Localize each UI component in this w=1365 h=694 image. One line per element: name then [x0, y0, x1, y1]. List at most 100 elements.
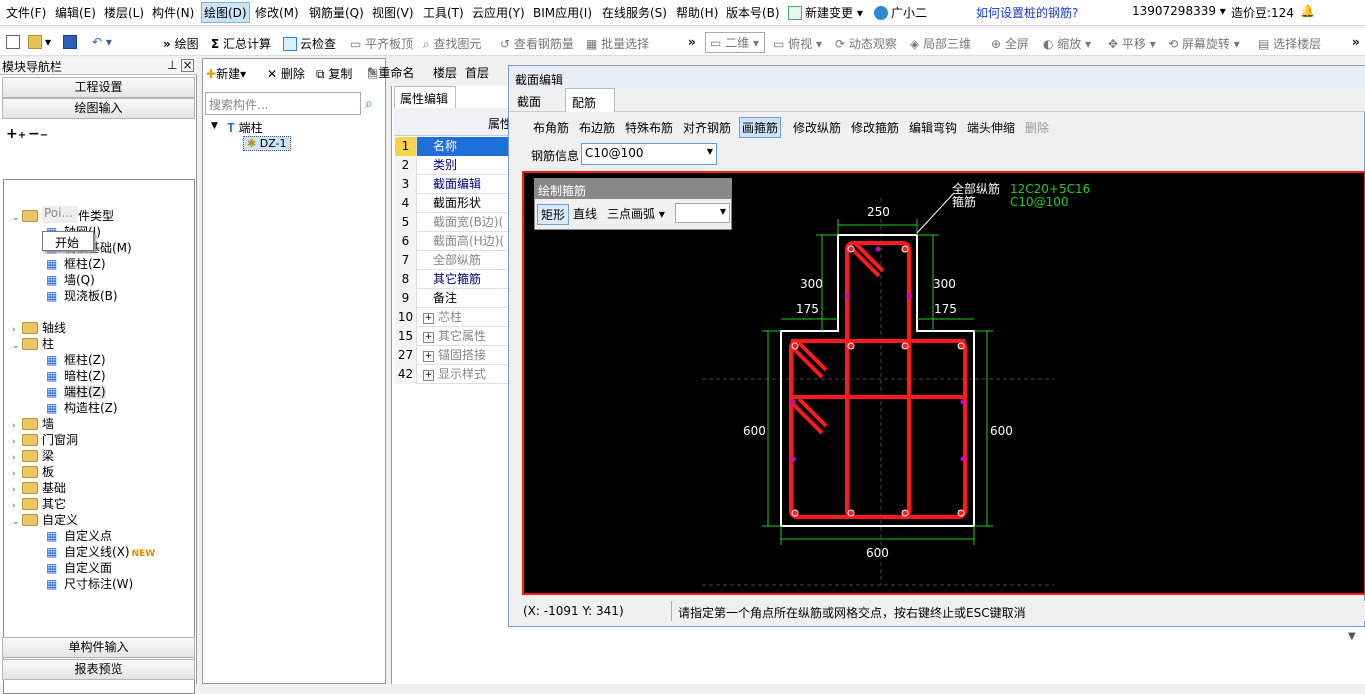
menu-view[interactable]: 视图(V): [372, 4, 414, 21]
property-row[interactable]: 10 + 芯柱: [395, 308, 513, 327]
property-row[interactable]: 27 + 锚固搭接: [395, 346, 513, 365]
tab-reinforcement[interactable]: 配筋: [565, 88, 615, 112]
batch-select-button[interactable]: ▦ 批量选择: [586, 35, 649, 52]
report-preview-button[interactable]: 报表预览: [2, 659, 195, 680]
tree-folder[interactable]: › 其它: [12, 496, 66, 512]
open-file-icon[interactable]: ▾: [28, 35, 51, 49]
tree-item[interactable]: ▦ 端柱(Z): [46, 384, 106, 400]
property-row[interactable]: 1 名称: [395, 137, 513, 156]
tree-item[interactable]: ▦ 墙(Q): [46, 272, 95, 288]
copy-component-button[interactable]: ⧉ 复制: [316, 65, 352, 82]
search-icon[interactable]: ⌕: [365, 96, 373, 112]
pin-icon[interactable]: ⊥: [167, 58, 177, 72]
undo-icon[interactable]: ↶ ▾: [92, 35, 112, 49]
rotate-screen-button[interactable]: ⟲ 屏幕旋转 ▾: [1168, 35, 1240, 52]
delete-component-button[interactable]: ✕ 删除: [267, 65, 305, 82]
menu-online[interactable]: 在线服务(S): [602, 4, 667, 21]
save-icon[interactable]: [63, 35, 80, 49]
menu-tools[interactable]: 工具(T): [423, 4, 464, 21]
tool-4[interactable]: 画箍筋: [739, 117, 782, 138]
tool-6[interactable]: 修改箍筋: [851, 119, 899, 136]
tool-3[interactable]: 对齐钢筋: [683, 119, 731, 136]
tree-item[interactable]: ▦ 现浇板(B): [46, 288, 118, 304]
expand-icon[interactable]: +: [423, 332, 434, 343]
tree-folder[interactable]: › 墙: [12, 416, 54, 432]
close-icon[interactable]: ×: [181, 59, 194, 72]
chevron-down-icon[interactable]: ⌄: [12, 514, 22, 530]
tool-5[interactable]: 修改纵筋: [793, 119, 841, 136]
property-row[interactable]: 6 截面高(H边)(: [395, 232, 513, 251]
property-row[interactable]: 5 截面宽(B边)(: [395, 213, 513, 232]
tree-folder[interactable]: ⌄ 自定义: [12, 512, 78, 528]
tool-8[interactable]: 端头伸缩: [967, 119, 1015, 136]
property-row[interactable]: 42 + 显示样式: [395, 365, 513, 384]
draw-option-select[interactable]: ▼: [675, 203, 730, 223]
rebar-info-input[interactable]: C10@100 ▼: [581, 143, 717, 165]
fullscreen-button[interactable]: ⊕ 全屏: [991, 35, 1029, 52]
tree-item[interactable]: ▦ 尺寸标注(W): [46, 576, 133, 592]
tree-folder[interactable]: › 基础: [12, 480, 66, 496]
menu-bim[interactable]: BIM应用(I): [533, 4, 592, 21]
tool-1[interactable]: 布边筋: [579, 119, 615, 136]
property-row[interactable]: 8 其它箍筋: [395, 270, 513, 289]
floor-value[interactable]: 首层: [465, 64, 489, 81]
single-component-input-button[interactable]: 单构件输入: [2, 637, 195, 658]
chevron-down-icon[interactable]: ⌄: [12, 210, 22, 226]
tree-item[interactable]: ▦ 框柱(Z): [46, 256, 106, 272]
top-view-button[interactable]: ▭ 俯视 ▾: [773, 35, 822, 52]
project-settings-button[interactable]: 工程设置: [2, 77, 195, 98]
align-slab-top-button[interactable]: ▭ 平齐板顶: [350, 35, 413, 52]
tree-folder[interactable]: › 轴线: [12, 320, 66, 336]
summary-calc-button[interactable]: Σ 汇总计算: [211, 35, 271, 52]
property-row[interactable]: 3 截面编辑: [395, 175, 513, 194]
menu-component[interactable]: 构件(N): [152, 4, 194, 21]
rename-label[interactable]: ▤重命名: [367, 64, 414, 81]
tree-folder[interactable]: › 门窗洞: [12, 432, 78, 448]
menu-rebar-quantity[interactable]: 钢筋量(Q): [309, 4, 364, 21]
section-canvas[interactable]: 250 300 300 175 175 600 600 600 全部纵筋 箍筋 …: [522, 171, 1365, 595]
menu-file[interactable]: 文件(F): [6, 4, 46, 21]
property-row[interactable]: 4 截面形状: [395, 194, 513, 213]
toolbar-overflow-icon[interactable]: »: [1352, 35, 1360, 49]
tree-item[interactable]: ▦ 暗柱(Z): [46, 368, 106, 384]
find-element-button[interactable]: ⌕ 查找图元: [423, 35, 482, 52]
expand-icon[interactable]: +: [423, 313, 434, 324]
tree-item[interactable]: ▦ 构造柱(Z): [46, 400, 118, 416]
menu-new-change[interactable]: 新建变更 ▾: [788, 4, 863, 21]
new-file-icon[interactable]: [6, 35, 23, 49]
tool-7[interactable]: 编辑弯钩: [909, 119, 957, 136]
drawing-input-button[interactable]: 绘图输入: [2, 98, 195, 119]
tree-item[interactable]: ▦ 自定义点: [46, 528, 112, 544]
select-floor-button[interactable]: ▤ 选择楼层: [1258, 35, 1321, 52]
expand-icon[interactable]: +: [423, 370, 434, 381]
draw-button[interactable]: » 绘图: [163, 35, 199, 52]
property-row[interactable]: 9 备注: [395, 289, 513, 308]
menu-cloud[interactable]: 云应用(Y): [472, 4, 525, 21]
draw-rectangle-button[interactable]: 矩形: [537, 204, 570, 225]
tool-2[interactable]: 特殊布筋: [625, 119, 673, 136]
notification-icon[interactable]: 🔔: [1300, 4, 1315, 18]
tree-item[interactable]: ▦ 自定义面: [46, 560, 112, 576]
tab-section[interactable]: 截面: [517, 93, 541, 110]
menu-floor[interactable]: 楼层(L): [104, 4, 144, 21]
account-menu[interactable]: 13907298339 ▾: [1132, 4, 1226, 18]
tool-0[interactable]: 布角筋: [533, 119, 569, 136]
search-input[interactable]: 搜索构件...: [205, 92, 361, 115]
menu-modify[interactable]: 修改(M): [255, 4, 299, 21]
toolbar-more-icon[interactable]: »: [688, 35, 696, 49]
tool-9[interactable]: 删除: [1025, 119, 1049, 136]
zoom-button[interactable]: ◐ 缩放 ▾: [1043, 35, 1091, 52]
property-row[interactable]: 7 全部纵筋: [395, 251, 513, 270]
chevron-down-icon[interactable]: ⌄: [12, 338, 22, 354]
start-popup-button[interactable]: 开始: [42, 231, 94, 251]
view-rebar-button[interactable]: ↺ 查看钢筋量: [500, 35, 574, 52]
help-link[interactable]: 如何设置桩的钢筋?: [976, 4, 1078, 21]
tree-item[interactable]: ▦ 自定义线(X) NEW: [46, 544, 155, 560]
property-row[interactable]: 2 类别: [395, 156, 513, 175]
menu-draw[interactable]: 绘图(D): [201, 2, 250, 23]
draw-line-button[interactable]: 直线: [573, 205, 597, 222]
draw-arc-button[interactable]: 三点画弧 ▾: [607, 205, 665, 222]
menu-version[interactable]: 版本号(B): [726, 4, 780, 21]
pan-button[interactable]: ✥ 平移 ▾: [1108, 35, 1156, 52]
new-component-button[interactable]: ✚新建▾: [206, 65, 246, 82]
